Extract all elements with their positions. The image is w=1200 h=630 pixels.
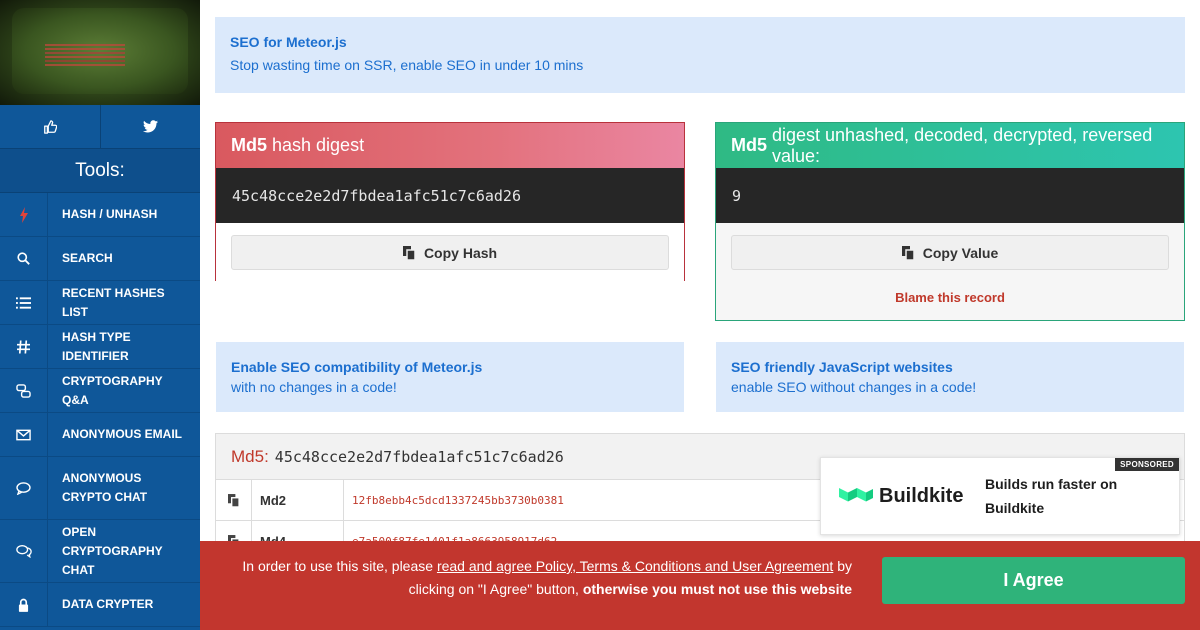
nav-item-anonymous-email[interactable]: ANONYMOUS EMAIL: [0, 413, 200, 457]
reversed-value-panel: Md5 digest unhashed, decoded, decrypted,…: [715, 122, 1185, 321]
agreement-bar: In order to use this site, please read a…: [200, 541, 1200, 630]
ad-copy: Builds run faster on Buildkite: [985, 476, 1118, 516]
thumbs-up-icon: [43, 119, 57, 134]
value-panel-header: Md5 digest unhashed, decoded, decrypted,…: [716, 123, 1184, 168]
promo-enable-seo[interactable]: Enable SEO compatibility of Meteor.js wi…: [216, 342, 684, 412]
buildkite-logo: Buildkite: [839, 485, 979, 508]
like-button[interactable]: [0, 105, 100, 148]
nav-item-cryptography-qa[interactable]: CRYPTOGRAPHY Q&A: [0, 369, 200, 413]
chats-icon: [15, 545, 32, 558]
twitter-icon: [142, 120, 158, 133]
promo-title[interactable]: SEO friendly JavaScript websites: [731, 357, 1169, 377]
reversed-value[interactable]: 9: [716, 168, 1184, 223]
nav-item-hash-unhash[interactable]: HASH / UNHASH: [0, 193, 200, 237]
nav-item-anonymous-crypto-chat[interactable]: ANONYMOUS CRYPTO CHAT: [0, 457, 200, 520]
sponsored-ad[interactable]: SPONSORED Buildkite Builds run faster on…: [820, 457, 1180, 535]
promo-subtitle: enable SEO without changes in a code!: [731, 379, 977, 395]
promo-subtitle: Stop wasting time on SSR, enable SEO in …: [230, 57, 584, 73]
copy-row-button[interactable]: [216, 480, 252, 520]
promo-title[interactable]: SEO for Meteor.js: [230, 34, 1170, 50]
agreement-message: In order to use this site, please read a…: [242, 558, 852, 597]
blame-record-link[interactable]: Blame this record: [731, 290, 1169, 305]
crt-text: [45, 44, 125, 46]
tools-title: Tools:: [0, 149, 200, 193]
twitter-button[interactable]: [99, 105, 201, 148]
policy-link[interactable]: read and agree Policy, Terms & Condition…: [437, 558, 833, 574]
qa-icon: [16, 383, 31, 398]
promo-title[interactable]: Enable SEO compatibility of Meteor.js: [231, 357, 669, 377]
search-icon: [17, 252, 30, 265]
copy-value-button[interactable]: Copy Value: [731, 235, 1169, 270]
copy-icon: [901, 245, 915, 260]
social-bar: [0, 105, 200, 149]
copy-icon: [227, 493, 240, 507]
nav-item-hash-type-identifier[interactable]: HASH TYPE IDENTIFIER: [0, 325, 200, 369]
hash-digest-value[interactable]: 45c48cce2e2d7fbdea1afc51c7c6ad26: [216, 168, 684, 223]
nav-item-recent-hashes[interactable]: RECENT HASHES LIST: [0, 281, 200, 325]
promo-seo-friendly[interactable]: SEO friendly JavaScript websites enable …: [716, 342, 1184, 412]
sponsored-badge: SPONSORED: [1115, 458, 1179, 471]
crt-screen: [12, 8, 188, 94]
promo-subtitle: with no changes in a code!: [231, 379, 397, 395]
bolt-icon: [19, 206, 28, 223]
hash-panel-header: Md5 hash digest: [216, 123, 684, 168]
row-algo: Md2: [252, 480, 344, 520]
site-logo-image[interactable]: [0, 0, 200, 105]
buildkite-logo-icon: [839, 488, 873, 502]
nav-item-search[interactable]: SEARCH: [0, 237, 200, 281]
nav-item-data-crypter[interactable]: DATA CRYPTER: [0, 583, 200, 627]
copy-hash-button[interactable]: Copy Hash: [231, 235, 669, 270]
promo-seo-meteor[interactable]: SEO for Meteor.js Stop wasting time on S…: [215, 17, 1185, 93]
copy-icon: [402, 245, 416, 260]
i-agree-button[interactable]: I Agree: [882, 557, 1185, 604]
sidebar: Tools: HASH / UNHASH SEARCH RECENT HASHE…: [0, 0, 200, 630]
list-icon: [16, 296, 31, 309]
chat-icon: [16, 481, 31, 495]
nav-item-open-cryptography-chat[interactable]: OPEN CRYPTOGRAPHY CHAT: [0, 520, 200, 583]
envelope-icon: [16, 429, 31, 440]
lock-icon: [18, 598, 29, 612]
hash-digest-panel: Md5 hash digest 45c48cce2e2d7fbdea1afc51…: [215, 122, 685, 282]
hash-icon: [17, 339, 30, 354]
